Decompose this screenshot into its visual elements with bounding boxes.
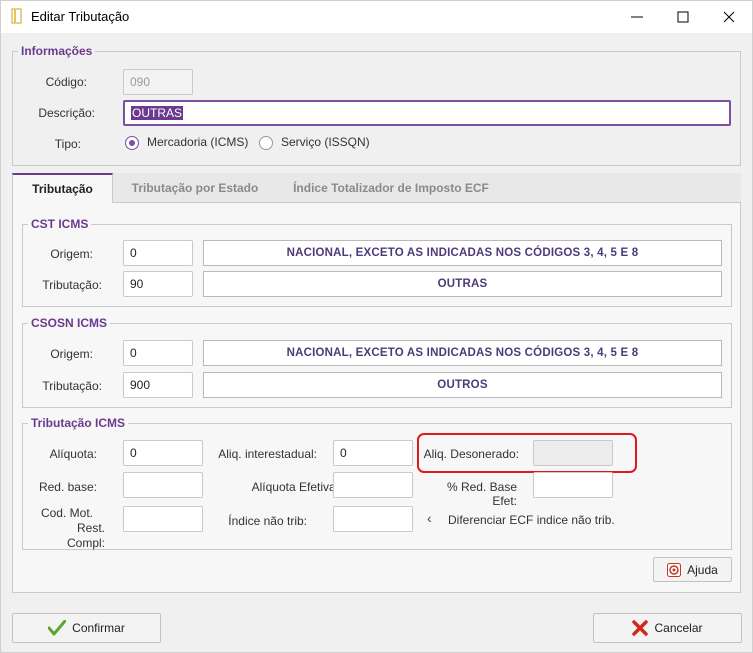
highlight-box: [417, 433, 637, 473]
csosn-origem-input[interactable]: 0: [123, 340, 193, 366]
cst-tributacao-desc: OUTRAS: [203, 271, 722, 297]
cancel-x-icon: [632, 620, 649, 636]
csosn-tributacao-desc: OUTROS: [203, 372, 722, 398]
informacoes-title: Informações: [18, 44, 96, 58]
cancelar-button[interactable]: Cancelar: [593, 613, 742, 643]
cst-origem-desc: NACIONAL, EXCETO AS INDICADAS NOS CÓDIGO…: [203, 240, 722, 266]
cod-mot-input[interactable]: [123, 506, 203, 532]
aliquota-efetiva-input[interactable]: [333, 472, 413, 498]
pct-red-base-efet-input[interactable]: [533, 472, 613, 498]
radio-mercadoria[interactable]: [125, 136, 139, 150]
close-button[interactable]: [706, 1, 752, 33]
cst-origem-label: Origem:: [50, 247, 93, 261]
indice-nao-trib-label: Índice não trib:: [228, 514, 307, 528]
cod-mot-label: Cod. Mot. Rest. Compl:: [25, 506, 105, 551]
aliquota-input[interactable]: 0: [123, 440, 203, 466]
cst-icms-title: CST ICMS: [28, 217, 92, 231]
aliq-interestadual-label: Aliq. interestadual:: [218, 447, 317, 461]
title-bar: Editar Tributação: [1, 1, 752, 33]
descricao-value: OUTRAS: [131, 106, 184, 120]
diferenciar-label[interactable]: Diferenciar ECF indice não trib.: [448, 513, 615, 527]
red-base-input[interactable]: [123, 472, 203, 498]
maximize-icon: [677, 11, 689, 23]
ajuda-button[interactable]: Ajuda: [653, 557, 732, 582]
app-icon: [11, 8, 23, 24]
cod-mot-label-line1: Cod. Mot.: [40, 506, 93, 520]
check-icon: [48, 620, 67, 636]
tab-tributacao-por-estado[interactable]: Tributação por Estado: [115, 173, 275, 203]
tributacao-icms-title: Tributação ICMS: [28, 416, 129, 430]
descricao-input[interactable]: OUTRAS: [123, 100, 731, 126]
cst-tributacao-input[interactable]: 90: [123, 271, 193, 297]
csosn-origem-label: Origem:: [50, 347, 93, 361]
descricao-label: Descrição:: [38, 106, 95, 120]
aliq-interestadual-input[interactable]: 0: [333, 440, 413, 466]
aliquota-efetiva-label: Alíquota Efetiva:: [251, 480, 339, 494]
cst-origem-input[interactable]: 0: [123, 240, 193, 266]
tab-tributacao[interactable]: Tributação: [12, 173, 113, 203]
csosn-tributacao-input[interactable]: 900: [123, 372, 193, 398]
radio-mercadoria-label[interactable]: Mercadoria (ICMS): [147, 135, 248, 149]
cst-tributacao-label: Tributação:: [42, 278, 102, 292]
minimize-icon: [631, 16, 643, 18]
help-icon: [667, 562, 682, 577]
radio-servico[interactable]: [259, 136, 273, 150]
ajuda-label: Ajuda: [687, 562, 718, 577]
radio-servico-label[interactable]: Serviço (ISSQN): [281, 135, 370, 149]
cancelar-label: Cancelar: [654, 621, 703, 635]
indice-nao-trib-input[interactable]: [333, 506, 413, 532]
red-base-label: Red. base:: [38, 480, 97, 494]
window-title: Editar Tributação: [31, 9, 130, 24]
csosn-icms-title: CSOSN ICMS: [28, 316, 111, 330]
tab-indice-totalizador[interactable]: Índice Totalizador de Imposto ECF: [277, 173, 505, 203]
csosn-origem-desc: NACIONAL, EXCETO AS INDICADAS NOS CÓDIGO…: [203, 340, 722, 366]
confirmar-button[interactable]: Confirmar: [12, 613, 161, 643]
pct-red-base-efet-label: % Red. Base Efet:: [446, 480, 517, 508]
csosn-tributacao-label: Tributação:: [42, 379, 102, 393]
maximize-button[interactable]: [660, 1, 706, 33]
confirmar-label: Confirmar: [72, 621, 125, 635]
chevron-left-icon[interactable]: ‹: [427, 510, 432, 526]
aliquota-label: Alíquota:: [49, 447, 97, 461]
minimize-button[interactable]: [614, 1, 660, 33]
close-icon: [723, 11, 735, 23]
cod-mot-label-line2: Rest. Compl:: [66, 521, 105, 550]
codigo-label: Código:: [45, 75, 87, 89]
codigo-input[interactable]: 090: [123, 69, 193, 95]
tipo-label: Tipo:: [54, 137, 81, 151]
edit-tributacao-window: Editar Tributação Informações Código: 09…: [0, 0, 753, 653]
